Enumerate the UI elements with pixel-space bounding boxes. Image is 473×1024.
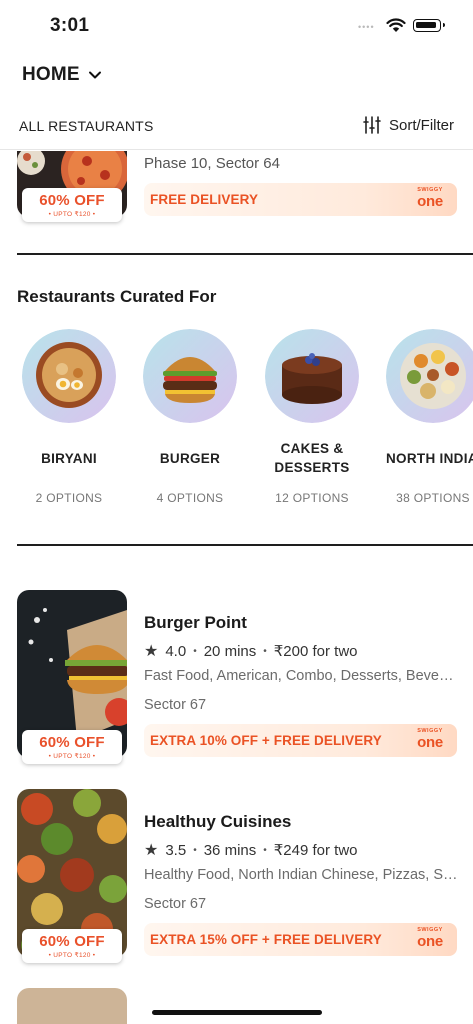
all-restaurants-label: ALL RESTAURANTS (19, 118, 154, 134)
price-for-two: ₹249 for two (273, 842, 358, 859)
wifi-icon (386, 18, 406, 32)
sort-filter-button[interactable]: Sort/Filter (362, 115, 454, 135)
rating: 4.0 (165, 642, 187, 660)
category-name: BURGER (159, 451, 221, 466)
biryani-image (22, 329, 116, 423)
chevron-down-icon (88, 71, 101, 79)
category-options: 2 OPTIONS (35, 491, 103, 505)
delivery-offer-banner[interactable]: EXTRA 15% OFF + FREE DELIVERY SWIGGY one (144, 923, 457, 956)
offer-badge: 60% OFF • UPTO ₹120 • (22, 730, 122, 764)
cuisine-list: Fast Food, American, Combo, Desserts, Be… (144, 668, 458, 684)
restaurant-meta: ★ 4.0 • 20 mins • ₹200 for two (144, 642, 358, 661)
thali-image (386, 329, 473, 423)
delivery-offer-banner[interactable]: FREE DELIVERY SWIGGY one (144, 183, 457, 216)
status-bar: 3:01 •••• (0, 0, 473, 52)
category-name: NORTH INDIA (386, 451, 473, 466)
restaurant-name: Healthuy Cuisines (144, 812, 292, 831)
category-options: 12 OPTIONS (275, 491, 349, 505)
swiggy-one-logo: SWIGGY one (417, 728, 443, 751)
cuisine-list: Healthy Food, North Indian Chinese, Pizz… (144, 867, 458, 883)
swiggy-one-logo: SWIGGY one (417, 927, 443, 950)
section-divider (17, 253, 473, 255)
restaurant-area: Sector 67 (144, 697, 207, 713)
restaurant-name: Burger Point (144, 613, 247, 632)
category-options: 4 OPTIONS (156, 491, 224, 505)
restaurant-card[interactable]: 60% OFF • UPTO ₹120 • Healthuy Cuisines … (17, 789, 458, 963)
restaurant-image (17, 988, 127, 1024)
category-cakes-desserts[interactable]: CAKES & DESSERTS 12 OPTIONS (257, 329, 367, 505)
rating: 3.5 (165, 841, 187, 859)
location-label: HOME (22, 64, 80, 85)
battery-icon (413, 19, 445, 32)
star-icon: ★ (144, 643, 159, 660)
restaurant-card[interactable]: 60% OFF • UPTO ₹120 • Burger Point ★ 4.0… (17, 590, 458, 764)
category-biryani[interactable]: BIRYANI 2 OPTIONS (14, 329, 124, 505)
cellular-signal-icon: •••• (358, 22, 375, 32)
star-icon: ★ (144, 842, 159, 859)
restaurant-area: Phase 10, Sector 64 (144, 155, 280, 172)
filter-bar: ALL RESTAURANTS Sort/Filter (0, 106, 473, 150)
section-divider (17, 544, 473, 546)
delivery-time: 36 mins (203, 841, 257, 859)
restaurant-card-partial[interactable] (17, 988, 457, 1024)
category-burger[interactable]: BURGER 4 OPTIONS (135, 329, 245, 505)
curated-section-title: Restaurants Curated For (17, 287, 217, 306)
category-north-indian[interactable]: NORTH INDIA 38 OPTIONS (378, 329, 473, 505)
location-selector[interactable]: HOME (22, 64, 102, 86)
delivery-time: 20 mins (203, 642, 257, 660)
price-for-two: ₹200 for two (273, 643, 358, 660)
sort-filter-label: Sort/Filter (388, 116, 454, 134)
swiggy-one-logo: SWIGGY one (417, 187, 443, 210)
category-options: 38 OPTIONS (396, 491, 470, 505)
restaurant-card-partial[interactable]: 60% OFF • UPTO ₹120 • Phase 10, Sector 6… (17, 151, 457, 222)
offer-badge: 60% OFF • UPTO ₹120 • (22, 188, 122, 222)
cake-image (265, 329, 359, 423)
offer-badge: 60% OFF • UPTO ₹120 • (22, 929, 122, 963)
burger-image (143, 329, 237, 423)
restaurant-area: Sector 67 (144, 896, 207, 912)
status-time: 3:01 (50, 15, 90, 36)
restaurant-meta: ★ 3.5 • 36 mins • ₹249 for two (144, 841, 358, 860)
category-name: BIRYANI (41, 451, 97, 466)
category-name: CAKES & DESSERTS (274, 441, 350, 475)
home-indicator[interactable] (152, 1010, 322, 1015)
delivery-offer-banner[interactable]: EXTRA 10% OFF + FREE DELIVERY SWIGGY one (144, 724, 457, 757)
sliders-icon (363, 116, 381, 134)
